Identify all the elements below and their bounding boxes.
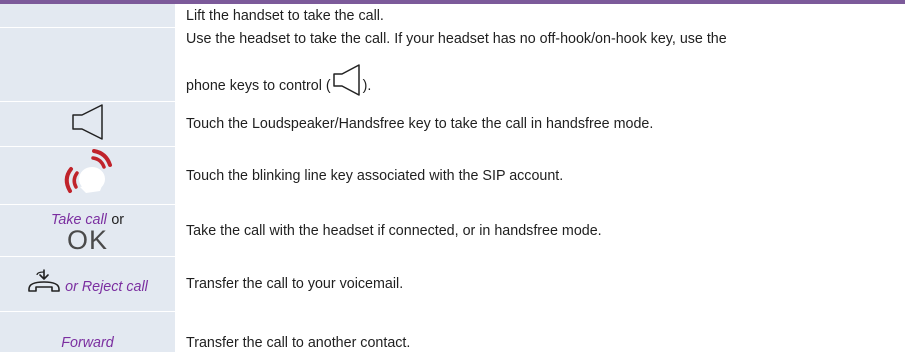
description-line: phone keys to control (). xyxy=(186,64,905,101)
key-cell: Take call or OK xyxy=(0,204,177,257)
description-cell: Take the call with the headset if connec… xyxy=(186,222,602,239)
ok-key: OK xyxy=(66,224,108,255)
answer-call-table: Lift the handset to take the call. Use t… xyxy=(0,4,905,353)
description-text: ). xyxy=(362,78,372,94)
loudspeaker-icon xyxy=(332,64,362,101)
description-cell: Lift the handset to take the call. xyxy=(186,7,384,24)
key-cell xyxy=(0,27,177,102)
description-cell: Touch the Loudspeaker/Handsfree key to t… xyxy=(186,116,654,132)
table-row: or Reject call Transfer the call to your… xyxy=(0,256,905,312)
or-label: or xyxy=(111,211,125,228)
key-cell xyxy=(0,101,177,147)
line-key-ringing-icon xyxy=(56,147,120,204)
table-row: Touch the Loudspeaker/Handsfree key to t… xyxy=(0,101,905,147)
key-cell xyxy=(0,4,177,28)
table-row: Touch the blinking line key associated w… xyxy=(0,146,905,205)
table-row: Use the headset to take the call. If you… xyxy=(0,27,905,102)
description-cell: Touch the blinking line key associated w… xyxy=(186,167,564,184)
description-cell: Transfer the call to another contact. xyxy=(186,335,411,351)
key-cell: Forward xyxy=(0,311,177,353)
description-cell: Use the headset to take the call. If you… xyxy=(176,28,905,102)
description-text: phone keys to control ( xyxy=(186,78,331,94)
key-cell xyxy=(0,146,177,205)
table-row: Take call or OK Take the call with the h… xyxy=(0,204,905,257)
description-cell: Transfer the call to your voicemail. xyxy=(186,276,404,292)
description-line: Use the headset to take the call. If you… xyxy=(186,31,727,47)
table-row: Forward Transfer the call to another con… xyxy=(0,311,905,353)
loudspeaker-icon xyxy=(71,103,105,145)
forward-softkey: Forward xyxy=(61,335,114,351)
table-row: Lift the handset to take the call. xyxy=(0,4,905,28)
reject-call-softkey: or Reject call xyxy=(65,278,148,295)
transfer-voicemail-icon xyxy=(27,268,65,300)
key-cell: or Reject call xyxy=(0,256,177,312)
